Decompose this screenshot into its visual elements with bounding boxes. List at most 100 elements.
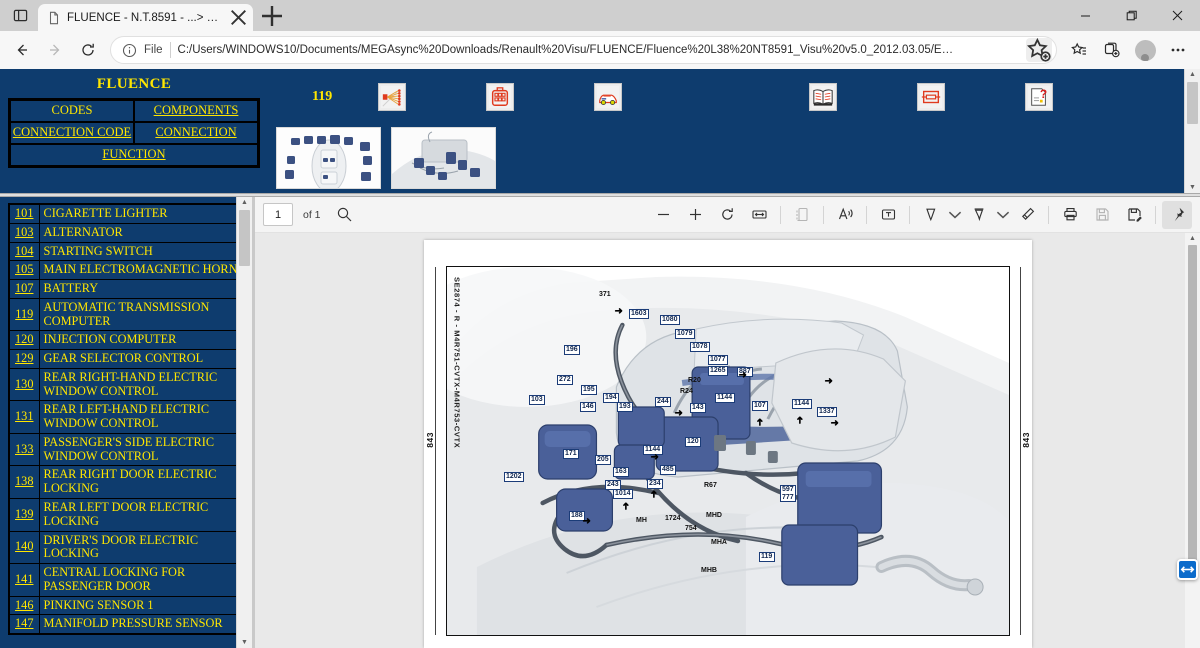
top-frame-scrollbar[interactable]: ▲ ▼ [1184, 69, 1200, 193]
component-code-link[interactable]: 133 [9, 433, 39, 466]
save-as-icon[interactable] [1119, 201, 1149, 229]
resize-horizontal-icon[interactable] [1177, 559, 1198, 580]
table-row[interactable]: 119AUTOMATIC TRANSMISSION COMPUTER [9, 298, 247, 331]
component-code-link[interactable]: 101 [9, 204, 39, 223]
ellipsis-icon[interactable] [1162, 35, 1194, 65]
component-code-link[interactable]: 105 [9, 261, 39, 280]
component-code-link[interactable]: 103 [9, 223, 39, 242]
close-icon[interactable] [1154, 0, 1200, 31]
scroll-down-icon[interactable]: ▼ [1189, 184, 1196, 191]
nav-button-connection[interactable]: CONNECTION [134, 122, 258, 144]
back-arrow-icon[interactable] [6, 35, 38, 65]
refresh-icon[interactable] [72, 35, 104, 65]
draw-pen-icon[interactable] [916, 201, 946, 229]
scroll-down-icon[interactable]: ▼ [241, 639, 248, 646]
nav-button-components[interactable]: COMPONENTS [134, 100, 258, 122]
vehicle-icon[interactable] [594, 83, 622, 111]
scrollbar-thumb[interactable] [239, 210, 250, 266]
component-code-link[interactable]: 119 [9, 298, 39, 331]
new-tab-button[interactable] [258, 2, 286, 30]
table-row[interactable]: 141CENTRAL LOCKING FOR PASSENGER DOOR [9, 564, 247, 597]
zoom-in-icon[interactable] [680, 201, 710, 229]
diagram-callout: R24 [679, 388, 695, 396]
table-row[interactable]: 131REAR LEFT-HAND ELECTRIC WINDOW CONTRO… [9, 401, 247, 434]
component-code-text: 105 [15, 262, 33, 276]
restore-icon[interactable] [1108, 0, 1154, 31]
scroll-up-icon[interactable]: ▲ [1189, 235, 1196, 242]
component-code-link[interactable]: 146 [9, 596, 39, 615]
component-code-link[interactable]: 138 [9, 466, 39, 499]
search-icon[interactable] [330, 201, 360, 229]
component-code-link[interactable]: 120 [9, 331, 39, 350]
print-icon[interactable] [1055, 201, 1085, 229]
page-view-icon[interactable] [787, 201, 817, 229]
highlighter-icon[interactable] [964, 201, 994, 229]
component-list-scrollbar[interactable]: ▲ ▼ [236, 197, 252, 648]
fit-width-icon[interactable] [744, 201, 774, 229]
zoom-out-icon[interactable] [648, 201, 678, 229]
tab-list-icon[interactable] [2, 0, 38, 31]
component-code-link[interactable]: 140 [9, 531, 39, 564]
star-add-icon[interactable] [1026, 38, 1052, 62]
table-row[interactable]: 147MANIFOLD PRESSURE SENSOR [9, 615, 247, 634]
manual-book-icon[interactable] [809, 83, 837, 111]
table-row[interactable]: 104STARTING SWITCH [9, 242, 247, 261]
table-row[interactable]: 133PASSENGER'S SIDE ELECTRIC WINDOW CONT… [9, 433, 247, 466]
eraser-icon[interactable] [1012, 201, 1042, 229]
table-row[interactable]: 105MAIN ELECTROMAGNETIC HORN [9, 261, 247, 280]
nav-button-codes[interactable]: CODES [10, 100, 134, 122]
save-icon[interactable] [1087, 201, 1117, 229]
chevron-down-icon[interactable] [996, 201, 1010, 229]
wiring-harness-icon[interactable] [378, 83, 406, 111]
pdf-scrollbar[interactable]: ▲ [1185, 233, 1200, 648]
component-code-link[interactable]: 107 [9, 280, 39, 299]
table-row[interactable]: 138REAR RIGHT DOOR ELECTRIC LOCKING [9, 466, 247, 499]
table-row[interactable]: 129GEAR SELECTOR CONTROL [9, 350, 247, 369]
chevron-down-icon[interactable] [948, 201, 962, 229]
nav-button-connection-code[interactable]: CONNECTION CODE [10, 122, 134, 144]
component-code-link[interactable]: 141 [9, 564, 39, 597]
thumbnail-engine-bay[interactable] [391, 127, 496, 189]
table-row[interactable]: 101CIGARETTE LIGHTER [9, 204, 247, 223]
nav-button-function[interactable]: FUNCTION [10, 144, 258, 166]
table-row[interactable]: 130REAR RIGHT-HAND ELECTRIC WINDOW CONTR… [9, 368, 247, 401]
rotate-icon[interactable] [712, 201, 742, 229]
table-row[interactable]: 146PINKING SENSOR 1 [9, 596, 247, 615]
component-code-link[interactable]: 131 [9, 401, 39, 434]
connector-icon[interactable] [486, 83, 514, 111]
component-name-cell: GEAR SELECTOR CONTROL [39, 350, 247, 369]
scroll-up-icon[interactable]: ▲ [1189, 71, 1196, 78]
component-code-text: 141 [15, 572, 33, 586]
component-code-link[interactable]: 129 [9, 350, 39, 369]
component-code-link[interactable]: 130 [9, 368, 39, 401]
minimize-icon[interactable] [1062, 0, 1108, 31]
table-row[interactable]: 140DRIVER'S DOOR ELECTRIC LOCKING [9, 531, 247, 564]
table-row[interactable]: 103ALTERNATOR [9, 223, 247, 242]
add-text-icon[interactable] [873, 201, 903, 229]
page-content: FLUENCE CODES COMPONENTS CONNECTION CODE [0, 69, 1200, 648]
component-box-icon[interactable] [917, 83, 945, 111]
browser-tab[interactable]: FLUENCE - N.T.8591 - ...> 05/03/ [38, 4, 253, 31]
scrollbar-thumb[interactable] [1187, 82, 1198, 124]
pin-icon[interactable] [1162, 201, 1192, 229]
table-row[interactable]: 107BATTERY [9, 280, 247, 299]
component-code-link[interactable]: 139 [9, 499, 39, 532]
page-number-input[interactable]: 1 [263, 203, 293, 226]
address-bar[interactable]: File C:/Users/WINDOWS10/Documents/MEGAsy… [110, 36, 1057, 64]
collections-add-icon[interactable] [1096, 35, 1128, 65]
component-name-cell: REAR LEFT DOOR ELECTRIC LOCKING [39, 499, 247, 532]
thumbnail-vehicle-top-view[interactable] [276, 127, 381, 189]
scrollbar-thumb[interactable] [1188, 245, 1197, 575]
pdf-page-viewport[interactable]: 843 843 [255, 233, 1200, 648]
component-code-link[interactable]: 147 [9, 615, 39, 634]
read-aloud-icon[interactable] [830, 201, 860, 229]
table-row[interactable]: 120INJECTION COMPUTER [9, 331, 247, 350]
scroll-up-icon[interactable]: ▲ [241, 199, 248, 206]
help-icon[interactable]: ? [1025, 83, 1053, 111]
component-code-link[interactable]: 104 [9, 242, 39, 261]
diagram-callout: 371 [598, 291, 613, 299]
favorites-list-icon[interactable] [1063, 35, 1095, 65]
table-row[interactable]: 139REAR LEFT DOOR ELECTRIC LOCKING [9, 499, 247, 532]
profile-avatar-icon[interactable] [1129, 35, 1161, 65]
close-icon[interactable] [230, 9, 247, 26]
